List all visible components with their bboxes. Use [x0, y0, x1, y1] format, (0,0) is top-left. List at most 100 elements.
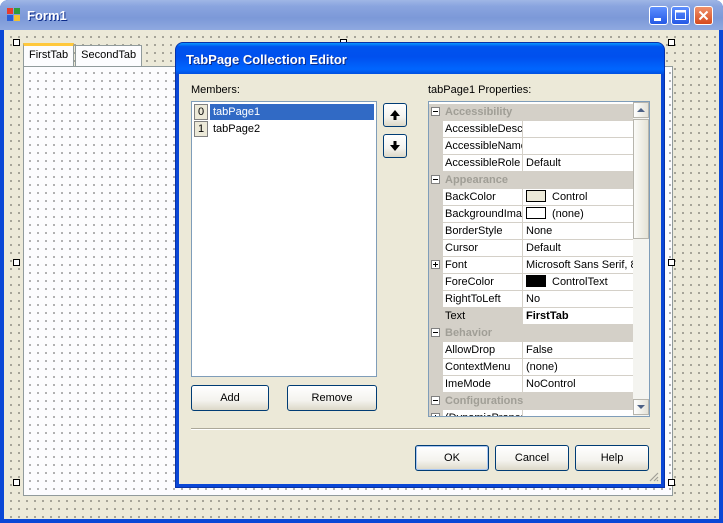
- property-row[interactable]: RightToLeft No: [429, 291, 633, 308]
- property-value[interactable]: [523, 121, 633, 138]
- property-value[interactable]: Control: [523, 189, 633, 206]
- members-listbox[interactable]: 0 tabPage1 1 tabPage2: [191, 101, 377, 377]
- resize-handle[interactable]: [668, 259, 675, 266]
- scroll-down-icon: [637, 405, 645, 409]
- property-row[interactable]: Text FirstTab: [429, 308, 633, 325]
- move-up-button[interactable]: [383, 103, 407, 127]
- property-row[interactable]: BorderStyle None: [429, 223, 633, 240]
- ok-button[interactable]: OK: [415, 445, 489, 471]
- property-value-text: FirstTab: [526, 310, 569, 322]
- property-row[interactable]: ForeColor ControlText: [429, 274, 633, 291]
- tab-second[interactable]: SecondTab: [75, 45, 143, 66]
- property-category-row[interactable]: Accessibility: [429, 104, 633, 121]
- arrow-down-icon: [390, 141, 400, 151]
- collapse-minus-icon[interactable]: [431, 328, 440, 337]
- resize-handle[interactable]: [668, 479, 675, 486]
- scroll-thumb[interactable]: [633, 119, 649, 239]
- cancel-button[interactable]: Cancel: [495, 445, 569, 471]
- property-gutter: [429, 223, 443, 240]
- property-name: ContextMenu: [443, 359, 523, 376]
- property-gutter: [429, 376, 443, 393]
- property-name: BackgroundImag: [443, 206, 523, 223]
- property-grid[interactable]: Accessibility AccessibleDescr AccessibleNa…: [428, 101, 650, 417]
- property-row[interactable]: AccessibleDescr: [429, 121, 633, 138]
- property-value-text: (none): [552, 208, 584, 220]
- property-row[interactable]: ImeMode NoControl: [429, 376, 633, 393]
- expand-plus-icon[interactable]: [431, 260, 440, 269]
- property-row[interactable]: AllowDrop False: [429, 342, 633, 359]
- property-name: AccessibleName: [443, 138, 523, 155]
- property-gutter: [429, 240, 443, 257]
- resize-handle[interactable]: [13, 259, 20, 266]
- property-name: ForeColor: [443, 274, 523, 291]
- property-row[interactable]: AccessibleName: [429, 138, 633, 155]
- property-value[interactable]: False: [523, 342, 633, 359]
- maximize-button[interactable]: [671, 6, 690, 25]
- color-swatch: [526, 207, 546, 219]
- property-name: AccessibleDescr: [443, 121, 523, 138]
- collapse-minus-icon[interactable]: [431, 396, 440, 405]
- tab-first[interactable]: FirstTab: [23, 43, 75, 66]
- property-name: RightToLeft: [443, 291, 523, 308]
- property-value[interactable]: (none): [523, 206, 633, 223]
- property-row[interactable]: ContextMenu (none): [429, 359, 633, 376]
- resize-handle[interactable]: [668, 39, 675, 46]
- property-row[interactable]: Font Microsoft Sans Serif, 8: [429, 257, 633, 274]
- property-category-row[interactable]: Appearance: [429, 172, 633, 189]
- property-row[interactable]: BackColor Control: [429, 189, 633, 206]
- property-value-text: NoControl: [526, 378, 576, 390]
- dialog-titlebar[interactable]: TabPage Collection Editor: [176, 43, 664, 74]
- property-name: BorderStyle: [443, 223, 523, 240]
- resize-handle[interactable]: [13, 39, 20, 46]
- member-index: 1: [194, 121, 208, 137]
- property-value[interactable]: Default: [523, 240, 633, 257]
- properties-label: tabPage1 Properties:: [428, 84, 532, 96]
- property-value[interactable]: No: [523, 291, 633, 308]
- property-value-text: Microsoft Sans Serif, 8: [526, 259, 633, 271]
- collapse-minus-icon[interactable]: [431, 107, 440, 116]
- arrow-up-icon: [390, 110, 400, 120]
- form-titlebar[interactable]: Form1: [0, 0, 723, 30]
- property-name: ImeMode: [443, 376, 523, 393]
- expand-plus-icon[interactable]: [431, 413, 440, 416]
- property-value[interactable]: None: [523, 223, 633, 240]
- close-icon: [698, 10, 709, 21]
- property-value[interactable]: [523, 410, 633, 416]
- help-button[interactable]: Help: [575, 445, 649, 471]
- property-name: Cursor: [443, 240, 523, 257]
- property-grid-scrollbar[interactable]: [633, 102, 649, 416]
- property-value[interactable]: [523, 138, 633, 155]
- property-value[interactable]: ControlText: [523, 274, 633, 291]
- scroll-up-icon: [637, 108, 645, 112]
- scroll-up-button[interactable]: [633, 102, 649, 118]
- list-item[interactable]: 0 tabPage1: [194, 104, 374, 120]
- list-item[interactable]: 1 tabPage2: [194, 121, 374, 137]
- property-gutter: [429, 274, 443, 291]
- property-row[interactable]: AccessibleRole Default: [429, 155, 633, 172]
- dialog-title: TabPage Collection Editor: [186, 52, 347, 67]
- close-button[interactable]: [694, 6, 713, 25]
- property-value[interactable]: (none): [523, 359, 633, 376]
- property-category-row[interactable]: Behavior: [429, 325, 633, 342]
- collapse-minus-icon[interactable]: [431, 175, 440, 184]
- move-down-button[interactable]: [383, 134, 407, 158]
- property-name: AllowDrop: [443, 342, 523, 359]
- property-row[interactable]: BackgroundImag (none): [429, 206, 633, 223]
- remove-button[interactable]: Remove: [287, 385, 377, 411]
- property-value[interactable]: FirstTab: [523, 308, 633, 325]
- scroll-down-button[interactable]: [633, 399, 649, 415]
- color-swatch: [526, 190, 546, 202]
- property-row[interactable]: (DynamicProper: [429, 410, 633, 416]
- screen: Form1 FirstTab SecondTab TabPage Collect…: [0, 0, 723, 523]
- resize-handle[interactable]: [13, 479, 20, 486]
- size-grip-icon[interactable]: [647, 470, 659, 482]
- property-value[interactable]: Default: [523, 155, 633, 172]
- add-button[interactable]: Add: [191, 385, 269, 411]
- property-category-row[interactable]: Configurations: [429, 393, 633, 410]
- collection-editor-dialog: TabPage Collection Editor Members: 0 tab…: [176, 43, 664, 487]
- minimize-button[interactable]: [649, 6, 668, 25]
- property-value[interactable]: NoControl: [523, 376, 633, 393]
- property-value[interactable]: Microsoft Sans Serif, 8: [523, 257, 633, 274]
- property-gutter: [429, 291, 443, 308]
- property-row[interactable]: Cursor Default: [429, 240, 633, 257]
